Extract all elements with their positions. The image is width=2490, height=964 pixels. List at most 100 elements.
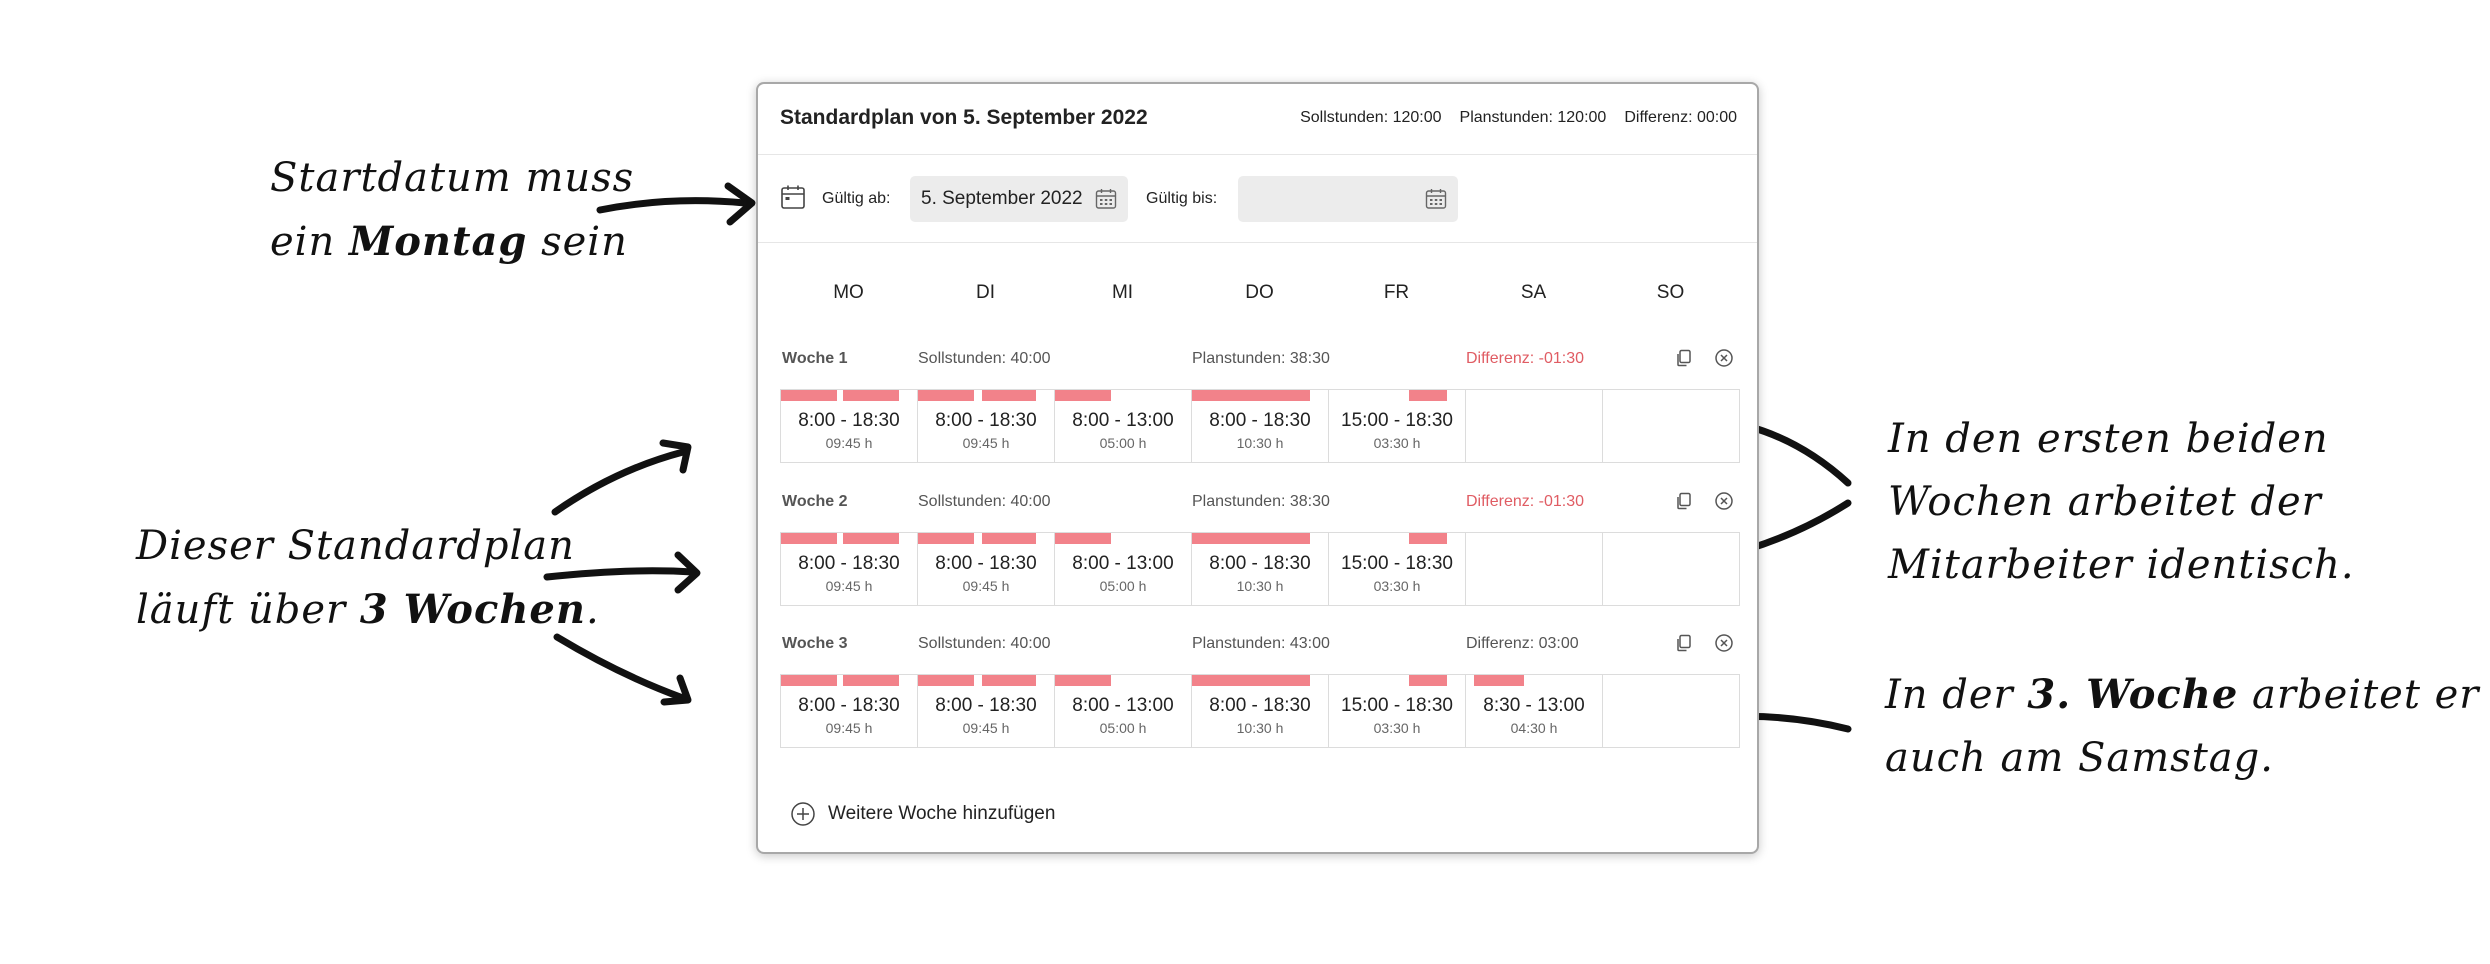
- copy-icon[interactable]: [1674, 348, 1694, 368]
- shift-duration: 10:30 h: [1236, 578, 1284, 594]
- shift-time: 8:00 - 13:00: [1072, 553, 1174, 574]
- arrow-week1: [551, 448, 687, 516]
- calendar-icon: [781, 185, 805, 209]
- shift-duration: 03:30 h: [1373, 435, 1421, 451]
- annotation-three-weeks: Dieser Standardplan läuft über 3 Wochen.: [136, 523, 600, 633]
- shift-cell[interactable]: 8:00 - 13:00 05:00 h: [1055, 675, 1192, 747]
- week-planstunden: Planstunden: 38:30: [1192, 493, 1330, 510]
- shift-time: 8:30 - 13:00: [1483, 695, 1585, 716]
- shift-bar: [781, 533, 837, 544]
- shift-bar: [918, 675, 974, 686]
- shift-duration: 03:30 h: [1373, 578, 1421, 594]
- plan-stats: Sollstunden: 120:00 Planstunden: 120:00 …: [1300, 109, 1737, 127]
- week-header: Woche 2 Sollstunden: 40:00 Planstunden: …: [780, 487, 1740, 517]
- shift-cell[interactable]: 8:00 - 18:30 09:45 h: [781, 533, 918, 605]
- add-week-button[interactable]: Weitere Woche hinzufügen: [790, 799, 1055, 829]
- shift-time: 8:00 - 18:30: [798, 410, 900, 431]
- shift-cell[interactable]: 15:00 - 18:30 03:30 h: [1329, 675, 1466, 747]
- shift-cell[interactable]: 8:00 - 13:00 05:00 h: [1055, 533, 1192, 605]
- shift-cell[interactable]: [1603, 675, 1740, 747]
- shift-bar: [1409, 675, 1447, 686]
- valid-to-label: Gültig bis:: [1146, 190, 1218, 207]
- week-label: Woche 1: [782, 350, 848, 367]
- weekday-label: MI: [1111, 282, 1134, 303]
- shift-bar: [918, 390, 974, 401]
- valid-from-label: Gültig ab:: [822, 190, 891, 207]
- shift-cell[interactable]: 15:00 - 18:30 03:30 h: [1329, 533, 1466, 605]
- shift-bar: [1409, 533, 1447, 544]
- weekday-label: FR: [1383, 282, 1410, 303]
- week-header: Woche 1 Sollstunden: 40:00 Planstunden: …: [780, 344, 1740, 374]
- plus-circle-icon: [791, 802, 815, 826]
- shift-bar: [1192, 390, 1310, 401]
- shift-bar: [843, 533, 899, 544]
- add-week-label: Weitere Woche hinzufügen: [828, 803, 1056, 824]
- shift-duration: 09:45 h: [825, 720, 873, 736]
- shift-time: 15:00 - 18:30: [1341, 410, 1453, 431]
- weekday-label: MO: [833, 282, 864, 303]
- plan-planstunden: Planstunden: 120:00: [1459, 109, 1607, 126]
- shift-time: 8:00 - 18:30: [1209, 695, 1311, 716]
- remove-week-icon[interactable]: [1714, 633, 1734, 653]
- shift-duration: 10:30 h: [1236, 435, 1284, 451]
- shift-duration: 09:45 h: [962, 720, 1010, 736]
- shift-bar: [982, 533, 1036, 544]
- shift-duration: 09:45 h: [825, 578, 873, 594]
- shift-cell[interactable]: 8:00 - 18:30 09:45 h: [918, 390, 1055, 462]
- shift-time: 8:00 - 13:00: [1072, 695, 1174, 716]
- shift-bar: [982, 675, 1036, 686]
- shift-bar: [1055, 675, 1111, 686]
- shift-bar: [918, 533, 974, 544]
- shift-bar: [1192, 675, 1310, 686]
- remove-week-icon[interactable]: [1714, 491, 1734, 511]
- plan-sollstunden: Sollstunden: 120:00: [1300, 109, 1442, 126]
- shift-duration: 03:30 h: [1373, 720, 1421, 736]
- annotation-start-date: Startdatum muss ein Montag sein: [270, 155, 635, 265]
- arrow-week3: [553, 633, 687, 702]
- shift-cell[interactable]: 8:00 - 13:00 05:00 h: [1055, 390, 1192, 462]
- shift-cell[interactable]: 8:00 - 18:30 09:45 h: [781, 675, 918, 747]
- shift-bar: [1409, 390, 1447, 401]
- week-grid: 8:00 - 18:30 09:45 h 8:00 - 18:30 09:45 …: [780, 532, 1740, 606]
- shift-cell[interactable]: 8:00 - 18:30 09:45 h: [918, 675, 1055, 747]
- plan-title: Standardplan von 5. September 2022: [780, 106, 1148, 129]
- date-picker-icon[interactable]: [1095, 188, 1117, 210]
- shift-cell[interactable]: [1466, 390, 1603, 462]
- shift-cell[interactable]: 8:00 - 18:30 10:30 h: [1192, 533, 1329, 605]
- shift-cell[interactable]: 8:00 - 18:30 09:45 h: [781, 390, 918, 462]
- shift-bar: [982, 390, 1036, 401]
- week-planstunden: Planstunden: 43:00: [1192, 635, 1330, 652]
- copy-icon[interactable]: [1674, 491, 1694, 511]
- shift-time: 8:00 - 18:30: [798, 553, 900, 574]
- shift-bar: [1192, 533, 1310, 544]
- shift-bar: [1474, 675, 1524, 686]
- week-grid: 8:00 - 18:30 09:45 h 8:00 - 18:30 09:45 …: [780, 674, 1740, 748]
- week-differenz: Differenz: 03:00: [1466, 635, 1579, 652]
- shift-cell[interactable]: [1603, 533, 1740, 605]
- shift-cell[interactable]: 8:00 - 18:30 10:30 h: [1192, 675, 1329, 747]
- valid-to-field[interactable]: [1238, 176, 1458, 222]
- shift-time: 8:00 - 18:30: [1209, 410, 1311, 431]
- shift-cell[interactable]: 8:00 - 18:30 10:30 h: [1192, 390, 1329, 462]
- shift-cell[interactable]: [1466, 533, 1603, 605]
- date-picker-icon[interactable]: [1425, 188, 1447, 210]
- shift-cell[interactable]: [1603, 390, 1740, 462]
- copy-icon[interactable]: [1674, 633, 1694, 653]
- week-label: Woche 3: [782, 635, 848, 652]
- shift-cell[interactable]: 8:00 - 18:30 09:45 h: [918, 533, 1055, 605]
- weekday-header: MO DI MI DO FR SA SO: [780, 282, 1740, 312]
- weekday-label: SO: [1656, 282, 1685, 303]
- weekday-label: DI: [976, 282, 995, 303]
- shift-bar: [843, 675, 899, 686]
- shift-cell[interactable]: 15:00 - 18:30 03:30 h: [1329, 390, 1466, 462]
- shift-cell[interactable]: 8:30 - 13:00 04:30 h: [1466, 675, 1603, 747]
- shift-time: 8:00 - 18:30: [935, 410, 1037, 431]
- panel-header: Standardplan von 5. September 2022 Solls…: [758, 84, 1757, 155]
- valid-from-field[interactable]: 5. September 2022: [910, 176, 1128, 222]
- shift-duration: 05:00 h: [1099, 720, 1147, 736]
- week-sollstunden: Sollstunden: 40:00: [918, 493, 1051, 510]
- shift-duration: 09:45 h: [825, 435, 873, 451]
- remove-week-icon[interactable]: [1714, 348, 1734, 368]
- weekday-label: DO: [1245, 282, 1274, 303]
- shift-duration: 04:30 h: [1510, 720, 1558, 736]
